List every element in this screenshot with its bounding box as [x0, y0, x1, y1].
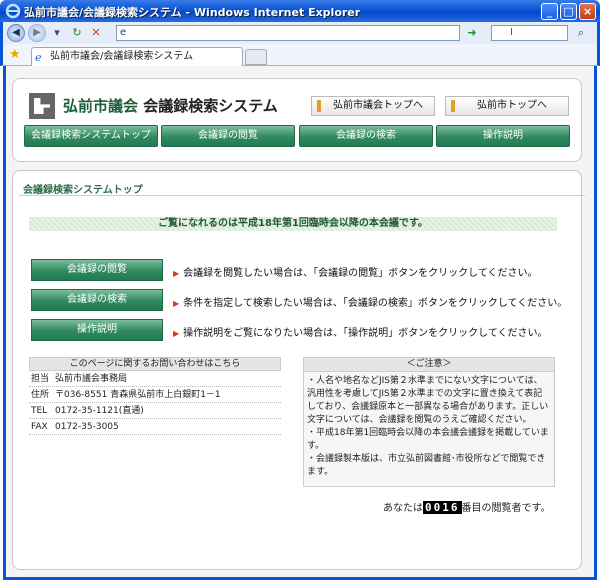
page-content: 弘前市議会 会議録検索システム 弘前市議会トップへ 弘前市トップへ 会議録検索シ…: [3, 66, 597, 580]
section-title: 会議録検索システムトップ: [23, 185, 143, 196]
search-text: I: [510, 27, 513, 38]
notice-header: ＜ご注意＞: [304, 358, 554, 372]
notice-item: ・平成18年第1回臨時会以降の本会議会議録を掲載しています。: [307, 428, 549, 451]
bar-icon: [317, 100, 321, 112]
contact-header: このページに関するお問い合わせはこちら: [29, 357, 281, 371]
notice-item: ・人名や地名などJIS第２水準までにない文字については、汎用性を考慮してJIS第…: [307, 376, 549, 425]
browse-desc-text: 会議録を閲覧したい場合は、「会議録の閲覧」ボタンをクリックしてください。: [183, 268, 538, 279]
url-input[interactable]: e: [116, 25, 460, 41]
contact-value: 0172-35-3005: [55, 422, 119, 432]
search-desc-text: 条件を指定して検索したい場合は、「会議録の検索」ボタンをクリックしてください。: [183, 298, 568, 309]
search-minutes-button[interactable]: 会議録の検索: [31, 289, 163, 311]
stop-icon[interactable]: ✕: [88, 25, 104, 41]
contact-label: 担当: [31, 374, 50, 384]
city-logo-icon: [29, 93, 55, 119]
council-top-link[interactable]: 弘前市議会トップへ: [311, 96, 435, 116]
counter-suffix: 番目の閲覧者です。: [461, 503, 551, 514]
forward-icon[interactable]: ▶: [28, 24, 46, 42]
contact-value: 弘前市議会事務局: [55, 374, 128, 384]
help-button[interactable]: 操作説明: [31, 319, 163, 341]
city-top-label: 弘前市トップへ: [477, 100, 547, 111]
counter-prefix: あなたは: [383, 503, 423, 514]
tab-label: 弘前市議会/会議録検索システム: [50, 51, 194, 62]
search-icon[interactable]: ⌕: [573, 25, 589, 41]
nav-search[interactable]: 会議録の検索: [299, 125, 433, 147]
nav-help[interactable]: 操作説明: [436, 125, 570, 147]
maximize-button[interactable]: □: [560, 3, 577, 20]
new-tab-button[interactable]: [245, 49, 267, 65]
notice-box: ＜ご注意＞ ・人名や地名などJIS第２水準までにない文字については、汎用性を考慮…: [303, 357, 555, 487]
back-icon[interactable]: ◀: [7, 24, 25, 42]
nav-browse[interactable]: 会議録の閲覧: [161, 125, 295, 147]
bullet-arrow-icon: ▶: [173, 269, 180, 278]
notice-item: ・会議録製本版は、市立弘前図書館･市役所などで閲覧できます。: [307, 454, 546, 477]
close-button[interactable]: ×: [579, 3, 596, 20]
contact-box: このページに関するお問い合わせはこちら 担当 弘前市議会事務局 住所 〒036-85…: [29, 357, 281, 435]
availability-banner: ご覧になれるのは平成18年第1回臨時会以降の本会議です。: [29, 217, 557, 231]
council-top-label: 弘前市議会トップへ: [333, 100, 423, 111]
nav-system-top[interactable]: 会議録検索システムトップ: [24, 125, 158, 147]
help-description: ▶ 操作説明をご覧になりたい場合は、「操作説明」ボタンをクリックしてください。: [173, 324, 548, 339]
refresh-icon[interactable]: ↻: [69, 25, 85, 41]
city-top-link[interactable]: 弘前市トップへ: [445, 96, 569, 116]
contact-label: FAX: [31, 422, 48, 432]
contact-row: FAX 0172-35-3005: [29, 419, 281, 435]
search-input[interactable]: I: [491, 25, 568, 41]
browse-description: ▶ 会議録を閲覧したい場合は、「会議録の閲覧」ボタンをクリックしてください。: [173, 264, 538, 279]
contact-label: 住所: [31, 390, 50, 400]
divider: [19, 195, 585, 196]
site-header: 弘前市議会 会議録検索システム 弘前市議会トップへ 弘前市トップへ 会議録検索シ…: [12, 78, 582, 162]
bar-icon: [451, 100, 455, 112]
site-name: 弘前市議会: [63, 97, 139, 115]
site-title: 弘前市議会 会議録検索システム: [63, 95, 278, 116]
main-panel: 会議録検索システムトップ ご覧になれるのは平成18年第1回臨時会以降の本会議です…: [12, 170, 585, 570]
history-dropdown-icon[interactable]: ▾: [49, 25, 65, 41]
visitor-counter: あなたは 0016 番目の閲覧者です。: [383, 499, 551, 514]
window-title-bar: 弘前市議会/会議録検索システム - Windows Internet Explo…: [0, 0, 600, 22]
window-title: 弘前市議会/会議録検索システム - Windows Internet Explo…: [24, 6, 361, 19]
contact-row: 住所 〒036-8551 青森県弘前市上白銀町1－1: [29, 387, 281, 403]
browse-minutes-button[interactable]: 会議録の閲覧: [31, 259, 163, 281]
system-name: 会議録検索システム: [143, 97, 278, 115]
bullet-arrow-icon: ▶: [173, 299, 180, 308]
contact-value: 0172-35-1121(直通): [55, 406, 144, 416]
favorites-star-icon[interactable]: ★: [9, 47, 21, 62]
page-icon: ℯ: [35, 51, 42, 64]
notice-body: ・人名や地名などJIS第２水準までにない文字については、汎用性を考慮してJIS第…: [304, 372, 554, 482]
address-bar: ◀ ▶ ▾ ↻ ✕ e ➜ I ⌕: [0, 22, 600, 44]
bullet-arrow-icon: ▶: [173, 329, 180, 338]
contact-value: 〒036-8551 青森県弘前市上白銀町1－1: [55, 390, 221, 400]
browser-tab[interactable]: ℯ 弘前市議会/会議録検索システム: [31, 47, 243, 66]
tab-bar: ★ ℯ 弘前市議会/会議録検索システム: [0, 44, 600, 66]
contact-row: 担当 弘前市議会事務局: [29, 371, 281, 387]
ie-logo-icon: [5, 3, 21, 19]
go-icon[interactable]: ➜: [464, 25, 480, 41]
contact-label: TEL: [31, 406, 48, 416]
counter-digits: 0016: [423, 501, 462, 514]
minimize-button[interactable]: _: [541, 3, 558, 20]
search-description: ▶ 条件を指定して検索したい場合は、「会議録の検索」ボタンをクリックしてください。: [173, 294, 567, 309]
help-desc-text: 操作説明をご覧になりたい場合は、「操作説明」ボタンをクリックしてください。: [183, 328, 548, 339]
contact-row: TEL 0172-35-1121(直通): [29, 403, 281, 419]
